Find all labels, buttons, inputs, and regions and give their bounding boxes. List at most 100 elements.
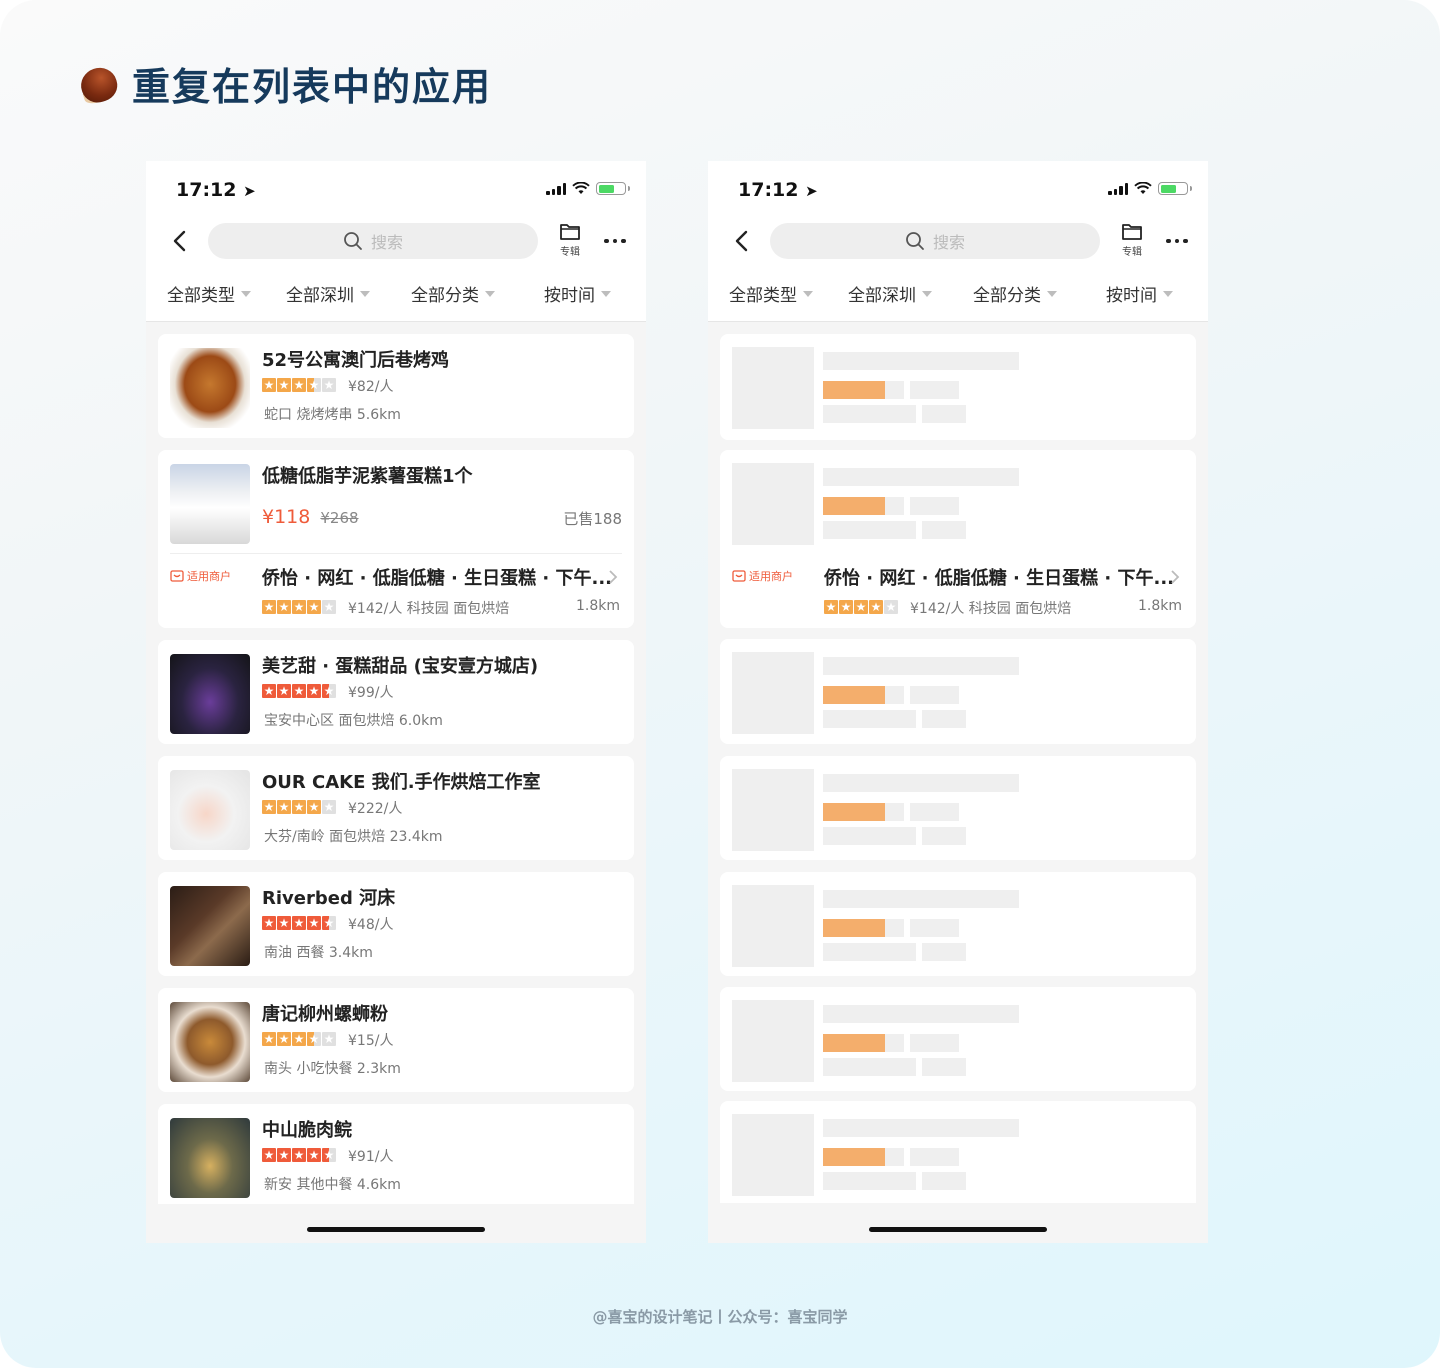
dropdown-arrow-icon <box>1163 290 1173 297</box>
search-input[interactable]: 搜索 <box>770 223 1100 259</box>
skeleton-meta <box>823 710 916 728</box>
skeleton-rating-rest <box>885 1148 904 1166</box>
more-icon[interactable] <box>1162 229 1192 253</box>
star-icon: ★ <box>322 1032 336 1046</box>
signal-icon <box>1108 182 1128 195</box>
skeleton-card <box>720 987 1196 1091</box>
back-icon[interactable] <box>168 229 192 253</box>
star-icon: ★ <box>292 684 306 698</box>
skeleton-rating <box>823 803 885 821</box>
status-icons <box>546 182 630 195</box>
shop-icon <box>732 570 746 582</box>
skeleton-card <box>720 756 1196 860</box>
skeleton-title <box>823 468 1019 486</box>
shop-price: ¥48/人 <box>348 917 394 933</box>
more-icon[interactable] <box>600 229 630 253</box>
list-item[interactable]: 中山脆肉鲩 ★ ★ ★ ★ ★ ¥91/人 新安 其他中餐 4.6km <box>158 1104 634 1204</box>
star-icon: ★ <box>824 600 838 614</box>
star-icon: ★ <box>277 378 291 392</box>
footer-credit: @喜宝的设计笔记丨公众号：喜宝同学 <box>592 1308 848 1326</box>
star-icon: ★ <box>307 800 321 814</box>
divider <box>170 553 622 554</box>
folder-icon <box>1122 224 1142 240</box>
list-item[interactable]: OUR CAKE 我们.手作烘焙工作室 ★ ★ ★ ★ ★ ¥222/人 大芬/南岭 面… <box>158 756 634 860</box>
star-icon: ★ <box>262 800 276 814</box>
chevron-right-icon[interactable] <box>606 568 620 586</box>
star-icon: ★ <box>262 684 276 698</box>
filter-sort[interactable]: 按时间 <box>544 281 611 306</box>
star-icon: ★ <box>307 1148 321 1162</box>
shop-price: ¥15/人 <box>348 1033 394 1049</box>
skeleton-card <box>720 872 1196 976</box>
shop-price: ¥222/人 <box>348 801 403 817</box>
back-icon[interactable] <box>730 229 754 253</box>
star-icon: ★ <box>322 1148 336 1162</box>
skeleton-rating-rest <box>885 381 904 399</box>
star-icon: ★ <box>277 1032 291 1046</box>
list-item[interactable]: Riverbed 河床 ★ ★ ★ ★ ★ ¥48/人 南油 西餐 3.4km <box>158 872 634 976</box>
album-button[interactable]: 专辑 <box>556 221 584 258</box>
star-icon: ★ <box>262 378 276 392</box>
shop-price: ¥91/人 <box>348 1149 394 1165</box>
album-label: 专辑 <box>1122 247 1142 258</box>
shop-thumbnail <box>170 348 250 428</box>
home-indicator[interactable] <box>307 1227 485 1232</box>
list-item[interactable]: 唐记柳州螺蛳粉 ★ ★ ★ ★ ★ ¥15/人 南头 小吃快餐 2.3km <box>158 988 634 1092</box>
star-icon: ★ <box>292 378 306 392</box>
filter-area[interactable]: 全部深圳 <box>848 281 932 306</box>
skeleton-thumbnail <box>732 652 814 734</box>
skeleton-rating <box>823 1034 885 1052</box>
skeleton-price <box>910 381 959 399</box>
star-icon: ★ <box>292 1148 306 1162</box>
star-icon: ★ <box>322 684 336 698</box>
merchant-name: 侨怡 · 网红 · 低脂低糖 · 生日蛋糕 · 下午... <box>262 568 612 589</box>
skeleton-deal-card[interactable]: 适用商户 侨怡 · 网红 · 低脂低糖 · 生日蛋糕 · 下午... ★ ★ ★ ★ ★… <box>720 450 1196 628</box>
album-button[interactable]: 专辑 <box>1118 221 1146 258</box>
list-item[interactable]: 美艺甜 · 蛋糕甜品 (宝安壹方城店) ★ ★ ★ ★ ★ ¥99/人 宝安中心区 面包… <box>158 640 634 744</box>
filter-label: 按时间 <box>1106 286 1157 306</box>
filter-label: 全部分类 <box>411 286 479 306</box>
filter-category[interactable]: 全部分类 <box>411 281 495 306</box>
signal-icon <box>546 182 566 195</box>
filter-bar: 全部类型 全部深圳 全部分类 按时间 <box>708 281 1208 307</box>
skeleton-price <box>910 686 959 704</box>
sold-count: 已售188 <box>563 510 622 528</box>
list-item[interactable]: 52号公寓澳门后巷烤鸡 ★ ★ ★ ★ ★ ¥82/人 蛇口 烧烤烤串 5.6km <box>158 334 634 438</box>
shop-price: ¥99/人 <box>348 685 394 701</box>
filter-category[interactable]: 全部分类 <box>973 281 1057 306</box>
merchant-tag: 适用商户 <box>732 568 793 584</box>
filter-sort[interactable]: 按时间 <box>1106 281 1173 306</box>
dropdown-arrow-icon <box>241 290 251 297</box>
skeleton-rating-rest <box>885 919 904 937</box>
merchant-distance: 1.8km <box>575 598 620 614</box>
search-input[interactable]: 搜索 <box>208 223 538 259</box>
skeleton-price <box>910 497 959 515</box>
merchant-distance: 1.8km <box>1137 598 1182 614</box>
star-icon: ★ <box>262 916 276 930</box>
merchant-tag-label: 适用商户 <box>187 570 231 583</box>
shop-meta: 宝安中心区 面包烘焙 6.0km <box>264 713 443 729</box>
star-icon: ★ <box>262 600 276 614</box>
skeleton-card <box>720 334 1196 440</box>
skeleton-meta <box>823 405 916 423</box>
filter-type[interactable]: 全部类型 <box>729 281 813 306</box>
filter-type[interactable]: 全部类型 <box>167 281 251 306</box>
rating-stars: ★ ★ ★ ★ ★ <box>262 1032 336 1046</box>
search-placeholder: 搜索 <box>932 233 965 252</box>
phone-loaded: 17:12 ➤ 搜索 专辑 全部类型 全部深圳 全部分类 按时间 52号公寓澳门… <box>146 161 646 1243</box>
chevron-right-icon[interactable] <box>1168 568 1182 586</box>
skeleton-rating <box>823 686 885 704</box>
filter-area[interactable]: 全部深圳 <box>286 281 370 306</box>
home-indicator[interactable] <box>869 1227 1047 1232</box>
skeleton-price <box>910 803 959 821</box>
dropdown-arrow-icon <box>485 290 495 297</box>
skeleton-price <box>910 919 959 937</box>
rating-stars: ★ ★ ★ ★ ★ <box>262 916 336 930</box>
shop-name: OUR CAKE 我们.手作烘焙工作室 <box>262 772 541 793</box>
skeleton-rating <box>823 1148 885 1166</box>
folder-icon <box>560 224 580 240</box>
skeleton-title <box>823 1005 1019 1023</box>
deal-card[interactable]: 低糖低脂芋泥紫薯蛋糕1个 ¥118 ¥268 已售188 适用商户 侨怡 · 网… <box>158 450 634 628</box>
skeleton-title <box>823 774 1019 792</box>
dropdown-arrow-icon <box>803 290 813 297</box>
